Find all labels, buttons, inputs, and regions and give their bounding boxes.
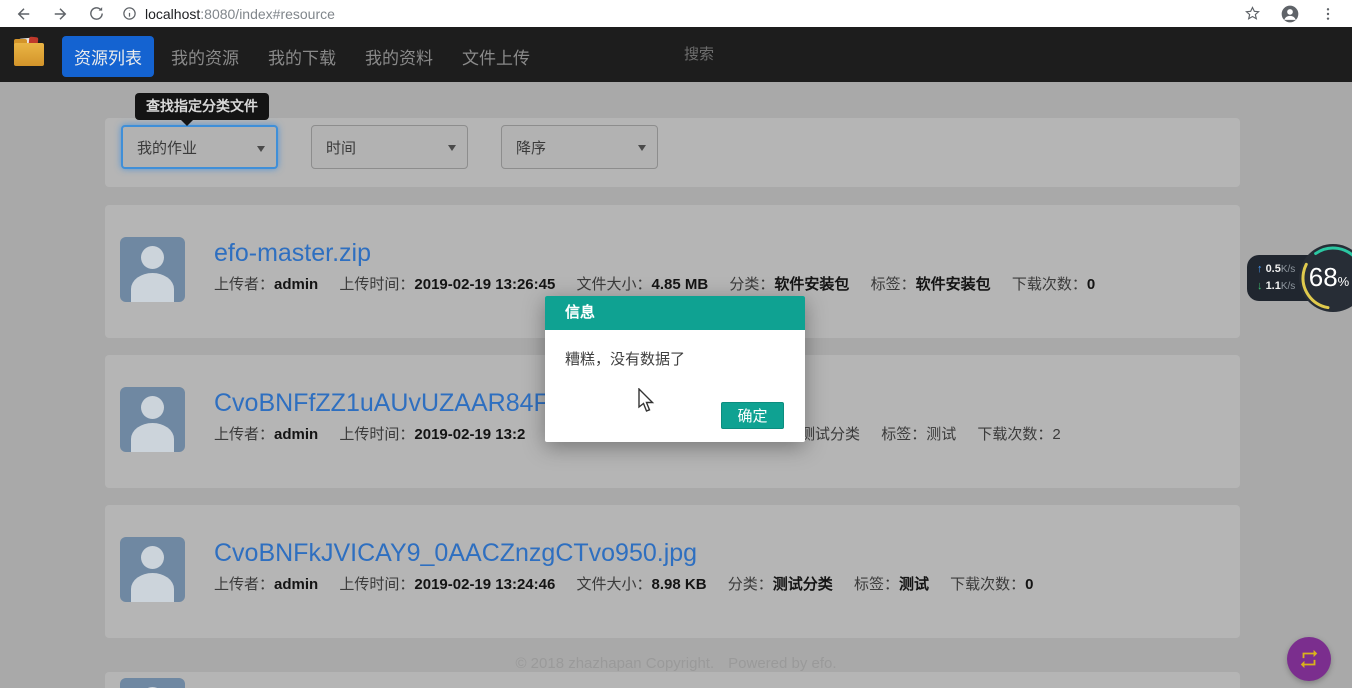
modal-message: 糟糕，没有数据了	[565, 351, 686, 368]
search-input[interactable]	[684, 41, 854, 68]
uploader-avatar	[120, 678, 185, 688]
info-icon	[123, 7, 136, 20]
sort-order-select[interactable]: 降序	[501, 125, 658, 169]
forward-icon[interactable]	[48, 2, 72, 26]
category-tooltip: 查找指定分类文件	[135, 93, 269, 120]
refresh-fab-button[interactable]	[1287, 637, 1331, 681]
filter-panel: 我的作业 时间 降序	[105, 118, 1240, 187]
percent-value: 68%	[1308, 262, 1350, 292]
modal-title: 信息	[545, 296, 805, 330]
menu-dots-icon[interactable]	[1316, 2, 1340, 26]
sort-field-select[interactable]: 时间	[311, 125, 468, 169]
file-row: CvoBNFkJVICAY9_0AACZnzgCTvo950.jpg 上传者：a…	[105, 505, 1240, 638]
sort-field-value: 时间	[326, 139, 357, 157]
file-meta-right: 测试分类 标签：测试 下载次数：2	[800, 426, 1061, 443]
uploader-avatar	[120, 237, 185, 302]
folder-icon[interactable]	[14, 36, 44, 66]
file-title-link[interactable]: efo-master.zip	[214, 238, 371, 268]
caret-down-icon	[448, 145, 456, 151]
navbar: 资源列表 我的资源 我的下载 我的资料 文件上传	[0, 27, 1352, 82]
page: localhost:8080/index#resource 资源列表 我的资源 …	[0, 0, 1352, 688]
uploader-avatar	[120, 537, 185, 602]
powered-by-text: Powered by efo.	[728, 655, 837, 672]
file-meta: 上传者：admin 上传时间：2019-02-19 13:24:46 文件大小：…	[214, 576, 1034, 593]
category-select-value: 我的作业	[137, 139, 198, 157]
nav-item-my-downloads[interactable]: 我的下载	[256, 36, 348, 77]
uploader-avatar	[120, 387, 185, 452]
url-text[interactable]: localhost:8080/index#resource	[145, 6, 335, 22]
file-title-link[interactable]: CvoBNFkJVICAY9_0AACZnzgCTvo950.jpg	[214, 538, 697, 568]
file-meta: 上传者：admin 上传时间：2019-02-19 13:2	[214, 426, 526, 443]
upload-arrow-icon: ↑	[1257, 263, 1263, 275]
browser-chrome: localhost:8080/index#resource	[0, 0, 1352, 27]
bookmark-star-icon[interactable]	[1240, 2, 1264, 26]
caret-down-icon	[257, 146, 265, 152]
caret-down-icon	[638, 145, 646, 151]
nav-item-my-resources[interactable]: 我的资源	[159, 36, 251, 77]
sort-order-value: 降序	[516, 139, 547, 157]
nav-item-file-upload[interactable]: 文件上传	[450, 36, 542, 77]
nav-item-my-profile[interactable]: 我的资料	[353, 36, 445, 77]
copyright-text: © 2018 zhazhapan Copyright.	[515, 655, 715, 672]
repeat-loop-icon	[1300, 649, 1318, 669]
confirm-button[interactable]: 确定	[721, 402, 784, 429]
download-arrow-icon: ↓	[1257, 280, 1263, 292]
file-title-link[interactable]: CvoBNFfZZ1uAUvUZAAR84FVa	[214, 388, 578, 418]
category-select[interactable]: 我的作业	[121, 125, 278, 169]
address-bar[interactable]: localhost:8080/index#resource	[122, 6, 335, 22]
nav-items: 资源列表 我的资源 我的下载 我的资料 文件上传	[62, 36, 547, 77]
tooltip-arrow	[181, 120, 193, 126]
percent-badge[interactable]: 68%	[1297, 242, 1352, 314]
file-row	[105, 672, 1240, 688]
footer: © 2018 zhazhapan Copyright. Powered by ef…	[0, 655, 1352, 672]
info-modal: 信息 糟糕，没有数据了 确定	[545, 296, 805, 442]
profile-icon[interactable]	[1278, 2, 1302, 26]
nav-item-resource-list[interactable]: 资源列表	[62, 36, 154, 77]
refresh-icon[interactable]	[84, 2, 108, 26]
back-icon[interactable]	[12, 2, 36, 26]
file-meta: 上传者：admin 上传时间：2019-02-19 13:26:45 文件大小：…	[214, 276, 1096, 293]
